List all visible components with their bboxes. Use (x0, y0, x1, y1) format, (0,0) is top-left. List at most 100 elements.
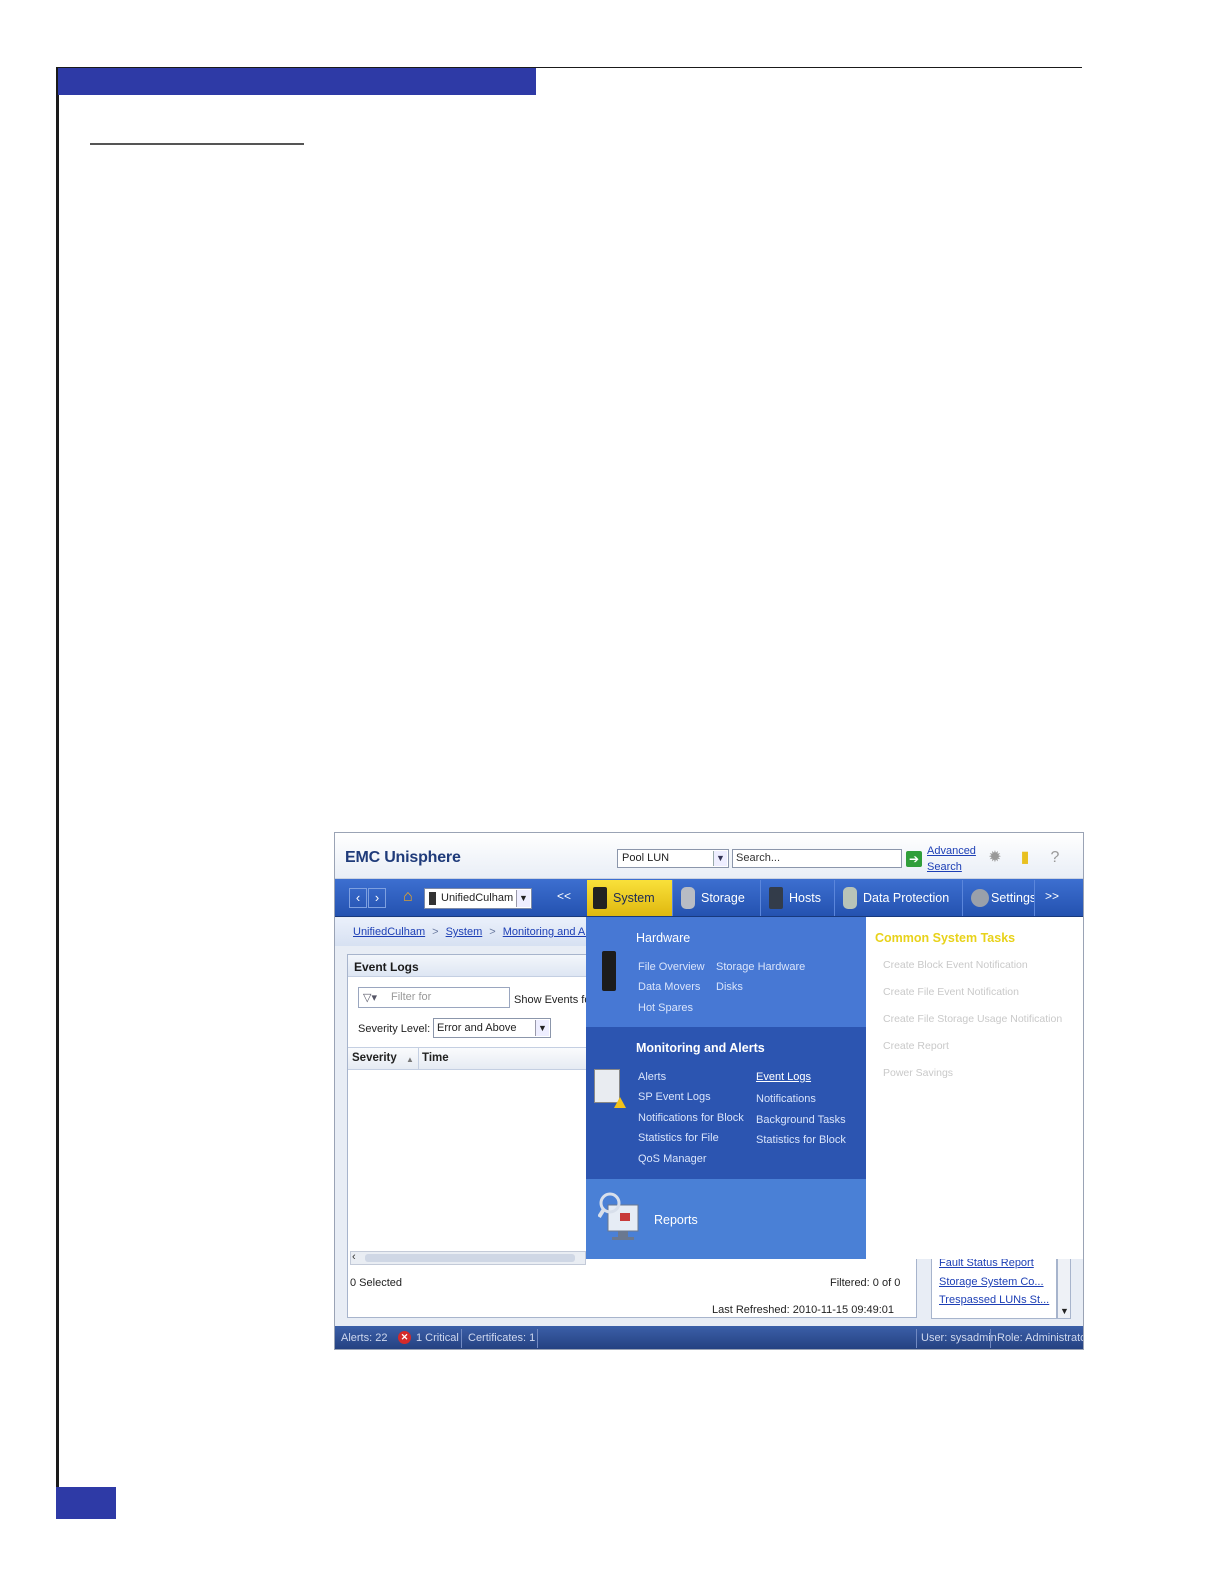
task-link[interactable]: Create Report (883, 1040, 949, 1052)
breadcrumb-item[interactable]: System (446, 926, 483, 938)
breadcrumb-item[interactable]: UnifiedCulham (353, 926, 425, 938)
data-protection-icon (843, 887, 857, 909)
tab-system-label: System (613, 891, 655, 905)
logout-icon[interactable]: ▮ (1015, 847, 1035, 869)
selected-count: 0 Selected (350, 1277, 402, 1289)
help-icon[interactable]: ? (1045, 847, 1065, 869)
tab-system[interactable]: System (587, 880, 673, 916)
nav-scroll-left[interactable]: << (557, 889, 571, 903)
reports-side-panel: Fault Status Report Storage System Co...… (931, 1255, 1057, 1319)
severity-label: Severity Level: (358, 1023, 431, 1035)
gear-icon[interactable]: ✹ (985, 847, 1005, 869)
column-divider (418, 1048, 419, 1070)
hardware-icon (602, 951, 616, 991)
tab-storage-label: Storage (701, 891, 745, 905)
tab-settings-label: Settings (991, 891, 1035, 905)
show-events-label: Show Events for (514, 994, 595, 1006)
scroll-thumb[interactable] (365, 1254, 575, 1262)
storage-icon (681, 887, 695, 909)
system-dropdown-menu: Hardware File Overview Storage Hardware … (586, 917, 1052, 1259)
section-rule (90, 143, 304, 145)
page-margin-line (56, 67, 59, 1519)
menu-item[interactable]: Notifications for Block (638, 1112, 744, 1124)
storage-device-icon (429, 892, 436, 905)
tab-hosts[interactable]: Hosts (763, 880, 835, 916)
tab-settings[interactable]: Settings (965, 880, 1035, 916)
filter-placeholder: Filter for (391, 991, 432, 1003)
chevron-down-icon: ▼ (516, 890, 530, 907)
chevron-down-icon: ▼ (535, 1020, 549, 1036)
search-go-icon[interactable]: ➔ (906, 851, 922, 867)
filter-input[interactable]: ▽▾ Filter for (358, 987, 510, 1008)
breadcrumb-separator: > (489, 926, 496, 938)
filter-icon: ▽▾ (363, 992, 377, 1004)
status-divider (916, 1329, 917, 1348)
vertical-scrollbar[interactable]: ▼ (1057, 1255, 1071, 1319)
menu-item[interactable]: Data Movers (638, 981, 700, 993)
nav-scroll-right[interactable]: >> (1045, 889, 1059, 903)
task-link[interactable]: Power Savings (883, 1067, 953, 1079)
current-role: Role: Administrator (997, 1332, 1084, 1344)
breadcrumb-item[interactable]: Monitoring and Alerts (503, 926, 587, 938)
severity-select[interactable]: Error and Above ▼ (433, 1018, 551, 1038)
tab-storage[interactable]: Storage (675, 880, 761, 916)
gear-icon (971, 889, 989, 907)
menu-item[interactable]: SP Event Logs (638, 1091, 711, 1103)
menu-item[interactable]: Background Tasks (756, 1114, 846, 1126)
alerts-count[interactable]: Alerts: 22 (341, 1332, 387, 1344)
filtered-count: Filtered: 0 of 0 (830, 1277, 901, 1289)
report-link[interactable]: Storage System Co... (939, 1276, 1044, 1288)
tab-data-protection-label: Data Protection (863, 891, 950, 905)
scroll-down-icon[interactable]: ▼ (1060, 1306, 1069, 1316)
menu-item[interactable]: File Overview (638, 961, 705, 973)
horizontal-scrollbar[interactable]: ‹ (350, 1251, 586, 1265)
advanced-search-link[interactable]: Advanced Search (927, 843, 979, 875)
menu-item[interactable]: Statistics for Block (756, 1134, 846, 1146)
top-bar: EMC Unisphere Pool LUN ▼ Search... ➔ Adv… (335, 833, 1083, 879)
menu-section-reports[interactable]: Reports (586, 1179, 866, 1259)
menu-section-monitoring: Monitoring and Alerts Alerts Event Logs … (586, 1027, 866, 1179)
severity-value: Error and Above (437, 1022, 517, 1034)
status-divider (990, 1329, 991, 1348)
back-arrow-icon[interactable]: ‹ (349, 888, 367, 908)
forward-arrow-icon[interactable]: › (368, 888, 386, 908)
tab-data-protection[interactable]: Data Protection (837, 880, 963, 916)
chevron-down-icon: ▼ (713, 851, 727, 866)
page-header-bar (58, 68, 536, 95)
menu-heading-reports[interactable]: Reports (654, 1213, 698, 1227)
menu-heading: Hardware (636, 931, 691, 945)
system-selector[interactable]: UnifiedCulham ▼ (424, 888, 532, 909)
sort-ascending-icon[interactable]: ▲ (406, 1055, 414, 1064)
search-scope-select[interactable]: Pool LUN ▼ (617, 849, 729, 868)
scroll-left-icon[interactable]: ‹ (352, 1251, 356, 1263)
column-severity[interactable]: Severity (352, 1052, 397, 1064)
menu-item[interactable]: Alerts (638, 1071, 666, 1083)
critical-error-icon: ✕ (398, 1331, 411, 1344)
menu-item[interactable]: Disks (716, 981, 743, 993)
status-bar: Alerts: 22 ✕ 1 Critical Certificates: 1 … (335, 1326, 1084, 1349)
common-tasks-heading: Common System Tasks (875, 931, 1016, 945)
task-link[interactable]: Create File Storage Usage Notification (883, 1013, 1062, 1025)
menu-item[interactable]: Statistics for File (638, 1132, 719, 1144)
menu-item[interactable]: QoS Manager (638, 1153, 706, 1165)
breadcrumb-separator: > (432, 926, 439, 938)
menu-item[interactable]: Notifications (756, 1093, 816, 1105)
task-link[interactable]: Create Block Event Notification (883, 959, 1028, 971)
menu-section-hardware: Hardware File Overview Storage Hardware … (586, 917, 866, 1027)
report-link[interactable]: Trespassed LUNs St... (939, 1294, 1049, 1306)
menu-item-event-logs[interactable]: Event Logs (756, 1071, 811, 1083)
critical-count[interactable]: 1 Critical (416, 1332, 459, 1344)
certificates-count[interactable]: Certificates: 1 (468, 1332, 535, 1344)
home-icon[interactable]: ⌂ (403, 888, 413, 906)
status-divider (537, 1329, 538, 1348)
search-scope-value: Pool LUN (622, 852, 670, 864)
column-time[interactable]: Time (422, 1052, 449, 1064)
tab-hosts-label: Hosts (789, 891, 821, 905)
warning-icon (614, 1097, 626, 1108)
reports-icon (597, 1191, 642, 1243)
hosts-icon (769, 887, 783, 909)
search-input[interactable]: Search... (732, 849, 902, 868)
menu-item[interactable]: Storage Hardware (716, 961, 805, 973)
menu-item[interactable]: Hot Spares (638, 1002, 693, 1014)
task-link[interactable]: Create File Event Notification (883, 986, 1019, 998)
